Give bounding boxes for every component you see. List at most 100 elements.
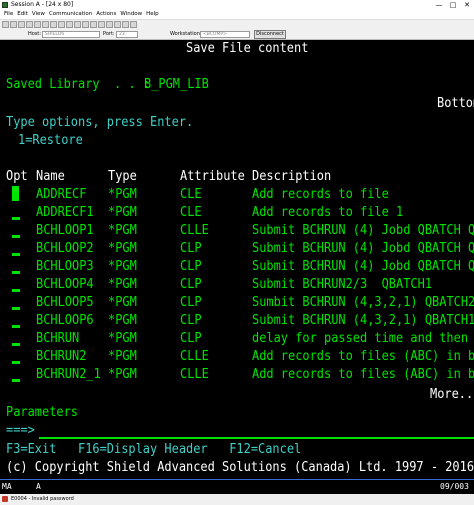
row-type: *PGM	[108, 277, 137, 292]
command-input[interactable]	[39, 437, 474, 439]
menu-actions[interactable]: Actions	[96, 11, 116, 17]
maximize-button[interactable]: □	[446, 0, 460, 10]
more-indicator: More...	[430, 387, 474, 402]
row-description: Add records to files (ABC) in b_dta	[252, 367, 474, 382]
option-input[interactable]	[12, 361, 20, 364]
row-name: BCHLOOP1	[36, 223, 94, 238]
close-button[interactable]: ✕	[460, 0, 474, 10]
paste-icon[interactable]	[10, 21, 17, 28]
row-name: BCHLOOP3	[36, 259, 94, 274]
row-name: ADDRECF	[36, 187, 87, 202]
row-attribute: CLP	[180, 241, 202, 256]
option-input[interactable]	[12, 253, 20, 256]
menu-window[interactable]: Window	[120, 11, 142, 17]
menu-file[interactable]: File	[4, 11, 13, 17]
row-description: Submit BCHRUN (4) Jobd QBATCH QBATC	[252, 241, 474, 256]
toggle-icon[interactable]	[130, 21, 137, 28]
menu-bar: File Edit View Communication Actions Window He…	[0, 10, 474, 19]
row-name: BCHLOOP4	[36, 277, 94, 292]
port-label: Port:	[103, 31, 115, 37]
option-input[interactable]	[12, 271, 20, 274]
receive-icon[interactable]	[34, 21, 41, 28]
settings-icon[interactable]	[106, 21, 113, 28]
row-type: *PGM	[108, 187, 137, 202]
cursor-position: 09/003	[440, 482, 469, 491]
row-name: BCHRUN2	[36, 349, 87, 364]
row-attribute: CLP	[180, 313, 202, 328]
option-input[interactable]	[12, 217, 20, 220]
command-prompt: ===>	[6, 423, 35, 438]
host-field[interactable]: SHIELD6	[42, 31, 100, 38]
row-type: *PGM	[108, 241, 137, 256]
send-icon[interactable]	[26, 21, 33, 28]
option-input[interactable]	[12, 289, 20, 292]
host-label: Host:	[28, 31, 42, 37]
row-attribute: CLP	[180, 277, 202, 292]
disconnect-icon[interactable]	[122, 21, 129, 28]
row-name: BCHRUN	[36, 331, 80, 346]
row-type: *PGM	[108, 205, 137, 220]
disconnect-button[interactable]: Disconnect	[254, 30, 286, 39]
row-type: *PGM	[108, 295, 137, 310]
print-icon[interactable]	[18, 21, 25, 28]
row-type: *PGM	[108, 313, 137, 328]
row-name: ADDRECF1	[36, 205, 94, 220]
row-attribute: CLLE	[180, 349, 209, 364]
row-type: *PGM	[108, 223, 137, 238]
row-description: Add records to file	[252, 187, 389, 202]
row-description: Sumbit BCHRUN (4,3,2,1) QBATCH2 + 3	[252, 295, 474, 310]
connect-icon[interactable]	[114, 21, 121, 28]
status-bar: E0004 - Invalid password	[0, 494, 474, 505]
function-keys: F3=Exit F16=Display Header F12=Cancel	[6, 442, 302, 457]
row-description: Add records to files (ABC) in b_dta	[252, 349, 474, 364]
row-type: *PGM	[108, 349, 137, 364]
row-attribute: CLP	[180, 259, 202, 274]
row-type: *PGM	[108, 331, 137, 346]
workstation-field[interactable]: <BCOMP>	[200, 31, 250, 38]
keyboard-icon[interactable]	[58, 21, 65, 28]
app-icon	[2, 2, 8, 8]
minimize-button[interactable]: —	[432, 0, 446, 10]
row-attribute: CLE	[180, 205, 202, 220]
menu-communication[interactable]: Communication	[49, 11, 92, 17]
option-input[interactable]	[12, 343, 20, 346]
row-description: Add records to file 1	[252, 205, 404, 220]
option-input[interactable]	[12, 235, 20, 238]
instructions: Type options, press Enter.	[6, 115, 194, 130]
row-description: delay for passed time and then end	[252, 331, 474, 346]
row-attribute: CLE	[180, 187, 202, 202]
copy-icon[interactable]	[2, 21, 9, 28]
row-description: Submit BCHRUN2/3 QBATCH1	[252, 277, 433, 292]
row-attribute: CLP	[180, 295, 202, 310]
oia-indicator: A	[36, 482, 41, 491]
saved-library-value: B_PGM_LIB	[144, 77, 209, 92]
option-legend: 1=Restore	[18, 133, 83, 148]
col-header-description: Description	[252, 169, 332, 184]
menu-help[interactable]: Help	[146, 11, 159, 17]
record-icon[interactable]	[74, 21, 81, 28]
option-input[interactable]	[12, 325, 20, 328]
operator-info-area: MA A 09/003	[0, 479, 474, 494]
help-icon[interactable]	[98, 21, 105, 28]
option-input[interactable]	[12, 307, 20, 310]
play-icon[interactable]	[82, 21, 89, 28]
option-input-cursor[interactable]	[12, 186, 19, 201]
macro-icon[interactable]	[66, 21, 73, 28]
menu-edit[interactable]: Edit	[17, 11, 28, 17]
color-icon[interactable]	[50, 21, 57, 28]
stop-icon[interactable]	[90, 21, 97, 28]
row-type: *PGM	[108, 367, 137, 382]
option-input[interactable]	[12, 379, 20, 382]
port-field[interactable]: 23	[116, 31, 138, 38]
display-icon[interactable]	[42, 21, 49, 28]
row-attribute: CLLE	[180, 223, 209, 238]
col-header-type: Type	[108, 169, 137, 184]
menu-view[interactable]: View	[32, 11, 45, 17]
row-name: BCHLOOP2	[36, 241, 94, 256]
row-attribute: CLP	[180, 331, 202, 346]
col-header-opt: Opt	[6, 169, 28, 184]
parameters-label: Parameters	[6, 405, 79, 420]
row-attribute: CLLE	[180, 367, 209, 382]
terminal-screen[interactable]: Save File content Saved Library . . : B_…	[0, 40, 474, 479]
copyright-notice: (c) Copyright Shield Advanced Solutions …	[6, 460, 474, 475]
